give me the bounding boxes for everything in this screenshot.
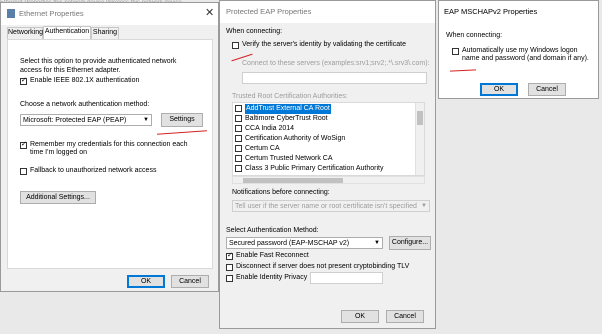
ok-button[interactable]: OK (127, 275, 165, 288)
list-item-checkbox[interactable] (235, 145, 242, 152)
window-title: Protected EAP Properties (226, 7, 312, 16)
list-item[interactable]: Certum CA (235, 144, 415, 154)
chevron-down-icon: ▼ (421, 203, 427, 209)
window-title: Ethernet Properties (19, 9, 84, 18)
notifications-label: Notifications before connecting: (232, 189, 330, 196)
list-item[interactable]: CCA India 2014 (235, 124, 415, 134)
tab-networking[interactable]: Networking (7, 27, 43, 39)
network-adapter-icon (7, 9, 15, 18)
list-item[interactable]: Baltimore CyberTrust Root (235, 114, 415, 124)
auth-method-value: Microsoft: Protected EAP (PEAP) (23, 117, 127, 124)
identity-privacy-checkbox[interactable] (226, 275, 233, 282)
list-item-label: CCA India 2014 (245, 125, 295, 132)
mschap-titlebar: EAP MSCHAPv2 Properties (439, 1, 598, 23)
identity-privacy-label: Enable Identity Privacy (236, 274, 308, 281)
enable-8021x-label: Enable IEEE 802.1X authentication (30, 77, 140, 84)
horizontal-scrollbar[interactable] (232, 176, 425, 184)
fallback-checkbox[interactable] (20, 168, 27, 175)
list-item-label: Certum Trusted Network CA (245, 155, 333, 162)
method-label: Choose a network authentication method: (20, 101, 150, 108)
list-item[interactable]: Class 3 Public Primary Certification Aut… (235, 164, 415, 174)
auth-method-select[interactable]: Microsoft: Protected EAP (PEAP) ▼ (20, 114, 152, 126)
list-item-label: Class 3 Public Primary Certification Aut… (245, 165, 384, 172)
eap-method-value: Secured password (EAP-MSCHAP v2) (229, 240, 350, 247)
trusted-root-label: Trusted Root Certification Authorities: (232, 93, 348, 100)
chevron-down-icon: ▼ (374, 240, 380, 246)
verify-server-checkbox[interactable] (232, 42, 239, 49)
trusted-root-list[interactable]: AddTrust External CA Root Baltimore Cybe… (232, 102, 425, 176)
list-scrollbar[interactable] (415, 103, 424, 175)
remember-credentials-label: Remember my credentials for this connect… (30, 141, 188, 156)
settings-button[interactable]: Settings (161, 113, 203, 127)
notifications-select[interactable]: Tell user if the server name or root cer… (232, 200, 430, 212)
cancel-button[interactable]: Cancel (171, 275, 209, 288)
fast-reconnect-checkbox[interactable] (226, 251, 233, 260)
auth-method-label: Select Authentication Method: (226, 227, 319, 234)
configure-button[interactable]: Configure... (389, 236, 431, 250)
auto-logon-label: Automatically use my Windows logon name … (462, 47, 589, 62)
list-item-label: Certification Authority of WoSign (245, 135, 346, 142)
disconnect-tlv-checkbox[interactable] (226, 264, 233, 271)
list-item-checkbox[interactable] (235, 125, 242, 132)
identity-input[interactable] (310, 272, 383, 284)
scrollbar-thumb[interactable] (417, 111, 423, 125)
connect-servers-label: Connect to these servers (examples:srv1;… (242, 60, 430, 67)
list-item-checkbox[interactable] (235, 165, 242, 172)
mschapv2-properties-window: EAP MSCHAPv2 Properties When connecting:… (438, 0, 599, 99)
description-text: Select this option to provide authentica… (20, 58, 177, 74)
disconnect-tlv-label: Disconnect if server does not present cr… (236, 263, 410, 270)
when-connecting-label: When connecting: (226, 28, 283, 35)
when-connecting-label: When connecting: (446, 32, 503, 39)
ok-button[interactable]: OK (480, 83, 518, 96)
window-title: EAP MSCHAPv2 Properties (444, 7, 538, 16)
list-item[interactable]: Certification Authority of WoSign (235, 134, 415, 144)
list-item-checkbox[interactable] (235, 115, 242, 122)
tab-sharing[interactable]: Sharing (91, 27, 119, 39)
servers-input[interactable] (242, 72, 427, 84)
scrollbar-thumb[interactable] (243, 178, 343, 183)
chevron-down-icon: ▼ (143, 117, 149, 123)
tab-authentication[interactable]: Authentication (43, 26, 91, 39)
list-item-checkbox[interactable] (235, 155, 242, 162)
verify-server-label: Verify the server's identity by validati… (242, 41, 406, 48)
list-item-label: AddTrust External CA Root (245, 104, 331, 114)
ethernet-titlebar: Ethernet Properties ✕ (1, 3, 218, 25)
remember-credentials-checkbox[interactable] (20, 140, 27, 149)
annotation-underline (449, 69, 477, 72)
cancel-button[interactable]: Cancel (528, 83, 566, 96)
list-item-label: Certum CA (245, 145, 280, 152)
close-icon[interactable]: ✕ (205, 6, 214, 19)
list-item-checkbox[interactable] (235, 135, 242, 142)
list-item[interactable]: Certum Trusted Network CA (235, 154, 415, 164)
peap-properties-window: Protected EAP Properties When connecting… (219, 0, 436, 329)
ethernet-properties-window: Ethernet Properties ✕ Networking Authent… (0, 2, 219, 292)
peap-titlebar: Protected EAP Properties (220, 1, 435, 23)
annotation-underline (157, 130, 207, 135)
list-item[interactable]: AddTrust External CA Root (235, 104, 415, 114)
notifications-value: Tell user if the server name or root cer… (235, 203, 417, 210)
fast-reconnect-label: Enable Fast Reconnect (236, 252, 309, 259)
additional-settings-button[interactable]: Additional Settings... (20, 191, 96, 204)
authentication-panel: Select this option to provide authentica… (7, 39, 213, 269)
auto-logon-checkbox[interactable] (452, 48, 459, 55)
cancel-button[interactable]: Cancel (386, 310, 424, 323)
list-item-checkbox[interactable] (235, 105, 242, 112)
eap-method-select[interactable]: Secured password (EAP-MSCHAP v2) ▼ (226, 237, 383, 249)
ok-button[interactable]: OK (341, 310, 379, 323)
list-item-label: Baltimore CyberTrust Root (245, 115, 328, 122)
fallback-label: Fallback to unauthorized network access (30, 167, 157, 174)
enable-8021x-checkbox[interactable] (20, 76, 27, 85)
